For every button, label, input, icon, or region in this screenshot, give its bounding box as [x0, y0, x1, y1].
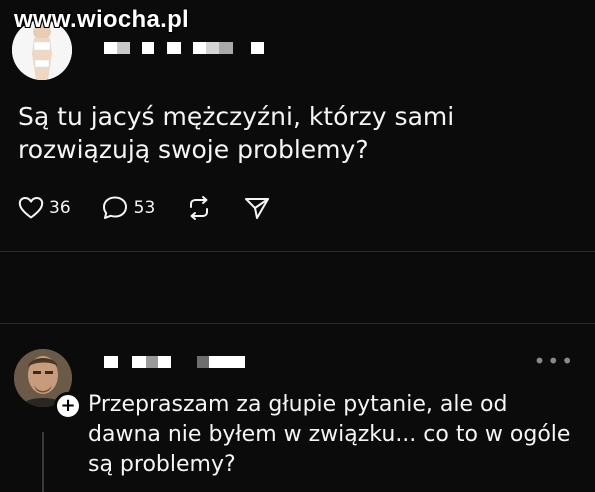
like-button[interactable]: 36 [18, 196, 71, 220]
post-actions: 36 53 [18, 195, 301, 221]
comment-button[interactable]: 53 [101, 195, 156, 221]
heart-icon [18, 197, 44, 219]
reply-text: Przepraszam za głupie pytanie, ale od da… [88, 392, 571, 477]
reply-username-redacted[interactable] [104, 356, 245, 368]
follow-button[interactable]: + [54, 392, 82, 420]
divider [0, 251, 595, 252]
repost-button[interactable] [185, 195, 213, 221]
username-redacted[interactable] [104, 42, 264, 54]
watermark: www.wiocha.pl [14, 6, 190, 33]
repost-icon [190, 196, 209, 220]
thread-line [42, 432, 44, 492]
share-icon [245, 198, 270, 219]
more-icon[interactable]: ••• [534, 351, 575, 371]
share-button[interactable] [243, 195, 271, 221]
like-count: 36 [49, 198, 71, 218]
add-icon: + [60, 395, 76, 416]
comment-icon [102, 196, 127, 219]
divider [0, 323, 595, 324]
post-text: Są tu jacyś mężczyźni, którzy sami rozwi… [18, 102, 455, 164]
comment-count: 53 [133, 198, 156, 218]
